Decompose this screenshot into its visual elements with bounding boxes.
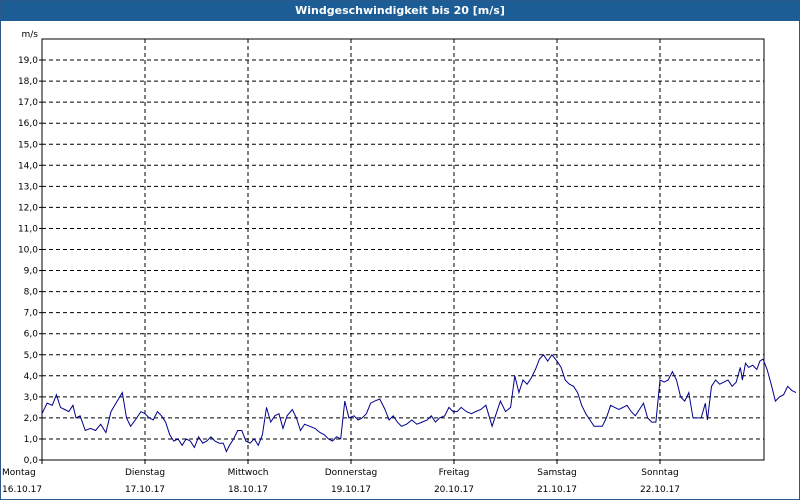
y-tick-label: 11,0	[18, 224, 38, 234]
grid-lines	[42, 39, 764, 460]
y-tick-label: 8,0	[24, 288, 39, 298]
y-tick-labels: 0,0 1,0 2,0 3,0 4,0 5,0 6,0 7,0 8,0 9,0 10,0 11,0 12…	[18, 56, 38, 466]
y-axis-unit-label: m/s	[22, 30, 39, 40]
y-tick-label: 18,0	[18, 77, 38, 87]
x-tick-date-label: 17.10.17	[125, 485, 165, 495]
x-tick-day-label: Sonntag	[641, 468, 678, 478]
x-tick-date-label: 20.10.17	[434, 485, 474, 495]
y-tick-label: 6,0	[24, 330, 39, 340]
y-tick-label: 2,0	[24, 414, 39, 424]
y-tick-label: 1,0	[24, 435, 39, 445]
y-tick-label: 10,0	[18, 246, 38, 256]
x-tick-day-label: Samstag	[537, 468, 576, 478]
y-tick-label: 13,0	[18, 182, 38, 192]
y-tick-label: 17,0	[18, 98, 38, 108]
x-tick-day-label: Mittwoch	[228, 468, 269, 478]
x-tick-date-label: 22.10.17	[640, 485, 680, 495]
x-tick-day-label: Freitag	[439, 468, 470, 478]
x-tick-date-label: 19.10.17	[331, 485, 371, 495]
x-tick-day-label: Montag	[2, 468, 36, 478]
y-tick-label: 4,0	[24, 372, 39, 382]
axes	[39, 38, 765, 464]
x-tick-labels: Montag 16.10.17 Dienstag 17.10.17 Mittwoch 18…	[2, 468, 680, 495]
wind-speed-series	[41, 353, 797, 453]
wind-speed-chart: 0,0 1,0 2,0 3,0 4,0 5,0 6,0 7,0 8,0 9,0 10,0 11,0 12…	[2, 30, 797, 495]
x-tick-day-label: Donnerstag	[325, 468, 378, 478]
y-tick-label: 9,0	[24, 267, 39, 277]
y-tick-label: 15,0	[18, 140, 38, 150]
y-tick-label: 0,0	[24, 456, 39, 466]
x-tick-day-label: Dienstag	[125, 468, 165, 478]
x-tick-date-label: 16.10.17	[2, 485, 42, 495]
y-tick-label: 7,0	[24, 309, 39, 319]
series-line	[762, 358, 797, 403]
window-title: Windgeschwindigkeit bis 20 [m/s]	[1, 1, 799, 21]
y-tick-label: 19,0	[18, 56, 38, 66]
y-tick-label: 5,0	[24, 351, 39, 361]
x-tick-date-label: 21.10.17	[537, 485, 577, 495]
y-tick-label: 16,0	[18, 119, 38, 129]
y-tick-label: 14,0	[18, 161, 38, 171]
series-line	[41, 353, 764, 453]
y-tick-label: 3,0	[24, 393, 39, 403]
chart-window: Windgeschwindigkeit bis 20 [m/s] 0,0 1,0 2…	[0, 0, 800, 500]
y-tick-label: 12,0	[18, 203, 38, 213]
x-tick-date-label: 18.10.17	[228, 485, 268, 495]
